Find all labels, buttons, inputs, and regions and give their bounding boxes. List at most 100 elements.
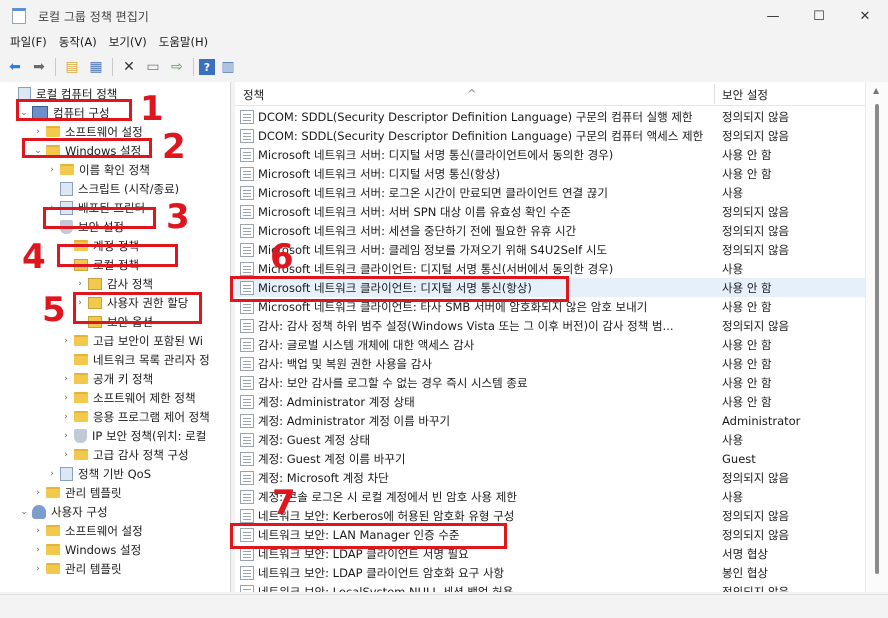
policy-row[interactable]: Microsoft 네트워크 서버: 클레임 정보를 가져오기 위해 S4U2S… — [235, 240, 865, 259]
tree-item[interactable]: 네트워크 목록 관리자 정 — [60, 350, 210, 369]
column-header-policy[interactable]: 정책 — [243, 87, 264, 103]
menu-file[interactable]: 파일(F) — [4, 34, 53, 50]
policy-setting: 정의되지 않음 — [722, 527, 790, 542]
annotation-6: 6 — [270, 237, 294, 277]
tree-item-label: 관리 템플릿 — [65, 561, 122, 576]
shield-icon — [74, 428, 87, 443]
tree-item[interactable]: › 고급 감사 정책 구성 — [60, 445, 188, 464]
help-icon[interactable]: ? — [199, 59, 215, 75]
delete-icon[interactable]: ✕ — [118, 56, 140, 78]
tree-item[interactable]: 스크립트 (시작/종료) — [46, 179, 179, 198]
policy-name: 계정: Microsoft 계정 차단 — [258, 470, 389, 485]
policy-row[interactable]: 네트워크 보안: LocalSystem NULL 세션 백업 허용 정의되지 않… — [235, 582, 865, 592]
tree-item[interactable]: ⌄ 사용자 구성 — [18, 502, 108, 521]
policy-row[interactable]: 계정: Guest 계정 이름 바꾸기 Guest — [235, 449, 865, 468]
expand-closed-icon[interactable]: › — [32, 526, 44, 536]
tree-item[interactable]: › 감사 정책 — [74, 274, 153, 293]
policy-row[interactable]: 계정: Guest 계정 상태 사용 — [235, 430, 865, 449]
close-button[interactable]: ✕ — [842, 0, 888, 32]
back-icon[interactable]: ⬅ — [4, 56, 26, 78]
tree-item[interactable]: › 관리 템플릿 — [32, 483, 121, 502]
policy-document-icon — [240, 109, 254, 124]
tree-item[interactable]: › 이름 확인 정책 — [46, 160, 150, 179]
list-header: 정책 ^ 보안 설정 — [235, 82, 865, 106]
policy-row[interactable]: 네트워크 보안: LDAP 클라이언트 암호화 요구 사항 봉인 협상 — [235, 563, 865, 582]
menu-help[interactable]: 도움말(H) — [153, 34, 214, 50]
tree-item[interactable]: › IP 보안 정책(위치: 로컬 — [60, 426, 206, 445]
policy-setting: 사용 — [722, 185, 744, 200]
policy-row[interactable]: Microsoft 네트워크 서버: 로그온 시간이 만료되면 클라이언트 연결… — [235, 183, 865, 202]
policy-setting: 사용 안 함 — [722, 356, 772, 371]
policy-row[interactable]: 감사: 보안 감사를 로그할 수 없는 경우 즉시 시스템 종료 사용 안 함 — [235, 373, 865, 392]
tree-item[interactable]: › 정책 기반 QoS — [46, 464, 151, 483]
policy-document-icon — [240, 337, 254, 352]
menu-action[interactable]: 동작(A) — [53, 34, 103, 50]
policy-row[interactable]: Microsoft 네트워크 서버: 서버 SPN 대상 이름 유효성 확인 수… — [235, 202, 865, 221]
policy-document-icon — [240, 584, 254, 592]
minimize-button[interactable]: — — [750, 0, 796, 32]
expand-closed-icon[interactable]: › — [32, 127, 44, 137]
expand-open-icon[interactable]: ⌄ — [18, 507, 30, 517]
show-tree-icon[interactable]: ▦ — [85, 56, 107, 78]
expand-closed-icon[interactable]: › — [32, 488, 44, 498]
tree-item[interactable]: › 응용 프로그램 제어 정책 — [60, 407, 210, 426]
expand-closed-icon[interactable]: › — [60, 336, 72, 346]
policy-row[interactable]: Microsoft 네트워크 서버: 디지털 서명 통신(항상) 사용 안 함 — [235, 164, 865, 183]
policy-row[interactable]: 계정: 콘솔 로그온 시 로컬 계정에서 빈 암호 사용 제한 사용 — [235, 487, 865, 506]
policy-row[interactable]: 감사: 글로벌 시스템 개체에 대한 액세스 감사 사용 안 함 — [235, 335, 865, 354]
policy-row[interactable]: 계정: Microsoft 계정 차단 정의되지 않음 — [235, 468, 865, 487]
scroll-thumb[interactable] — [875, 104, 879, 574]
expand-closed-icon[interactable]: › — [74, 279, 86, 289]
tree-item[interactable]: › 소프트웨어 설정 — [32, 521, 143, 540]
expand-closed-icon[interactable]: › — [60, 374, 72, 384]
policy-setting: Administrator — [722, 413, 801, 428]
policy-row[interactable]: 계정: Administrator 계정 이름 바꾸기 Administrator — [235, 411, 865, 430]
policy-document-icon — [240, 318, 254, 333]
policy-row[interactable]: Microsoft 네트워크 서버: 디지털 서명 통신(클라이언트에서 동의한… — [235, 145, 865, 164]
policy-setting: 서명 협상 — [722, 546, 768, 561]
folder-icon — [74, 335, 88, 346]
policy-row[interactable]: DCOM: SDDL(Security Descriptor Definitio… — [235, 107, 865, 126]
tree-item[interactable]: › 고급 보안이 포함된 Wi — [60, 331, 203, 350]
up-folder-icon[interactable]: ▤ — [61, 56, 83, 78]
policy-setting: 정의되지 않음 — [722, 508, 790, 523]
expand-closed-icon[interactable]: › — [60, 431, 72, 441]
tree-item[interactable]: › 소프트웨어 제한 정책 — [60, 388, 195, 407]
expand-closed-icon[interactable]: › — [46, 165, 58, 175]
scroll-up-icon[interactable]: ▲ — [873, 86, 879, 95]
policy-row[interactable]: Microsoft 네트워크 서버: 세션을 중단하기 전에 필요한 유휴 시간… — [235, 221, 865, 240]
forward-icon[interactable]: ➡ — [28, 56, 50, 78]
expand-closed-icon[interactable]: › — [32, 564, 44, 574]
expand-closed-icon[interactable]: › — [60, 450, 72, 460]
policy-document-icon — [240, 356, 254, 371]
policy-row[interactable]: 계정: Administrator 계정 상태 사용 안 함 — [235, 392, 865, 411]
tree-item[interactable]: › 관리 템플릿 — [32, 559, 122, 578]
policy-setting: 사용 안 함 — [722, 280, 772, 295]
properties-icon[interactable]: ▭ — [142, 56, 164, 78]
vertical-scrollbar[interactable]: ▲ — [865, 82, 888, 592]
tree-item-label: 고급 보안이 포함된 Wi — [93, 333, 203, 348]
view-icon[interactable]: ▥ — [217, 56, 239, 78]
policy-document-icon — [240, 185, 254, 200]
column-header-setting[interactable]: 보안 설정 — [722, 87, 768, 103]
tree-item[interactable]: › Windows 설정 — [32, 540, 141, 559]
expand-closed-icon[interactable]: › — [60, 393, 72, 403]
expand-closed-icon[interactable]: › — [60, 412, 72, 422]
expand-closed-icon[interactable]: › — [46, 469, 58, 479]
policy-document-icon — [240, 128, 254, 143]
expand-closed-icon[interactable]: › — [32, 545, 44, 555]
policy-row[interactable]: 감사: 감사 정책 하위 범주 설정(Windows Vista 또는 그 이후… — [235, 316, 865, 335]
menu-view[interactable]: 보기(V) — [103, 34, 153, 50]
policy-document-icon — [240, 261, 254, 276]
policy-setting: 정의되지 않음 — [722, 242, 790, 257]
maximize-button[interactable]: ☐ — [796, 0, 842, 32]
tree-item-label: Windows 설정 — [65, 542, 142, 557]
policy-row[interactable]: 감사: 백업 및 복원 권한 사용을 감사 사용 안 함 — [235, 354, 865, 373]
export-icon[interactable]: ⇨ — [166, 56, 188, 78]
highlight-box-local-policy — [57, 244, 178, 267]
policy-row[interactable]: DCOM: SDDL(Security Descriptor Definitio… — [235, 126, 865, 145]
policy-document-icon — [240, 413, 254, 428]
tree-item[interactable]: › 공개 키 정책 — [60, 369, 153, 388]
policy-name: 계정: 콘솔 로그온 시 로컬 계정에서 빈 암호 사용 제한 — [258, 489, 517, 504]
column-divider[interactable] — [714, 84, 715, 104]
